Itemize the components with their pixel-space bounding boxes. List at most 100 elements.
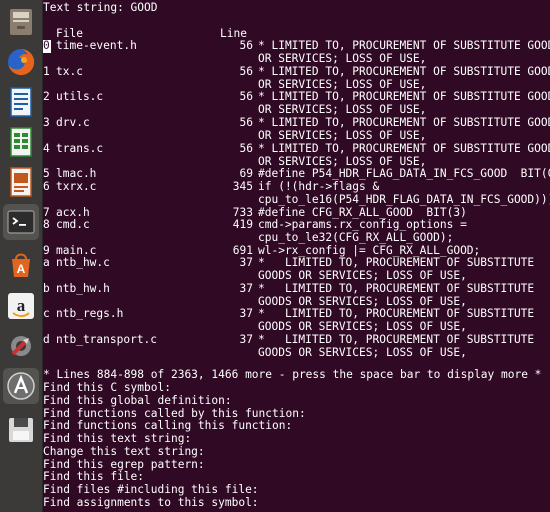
result-row[interactable]: c ntb_regs.h 37 * LIMITED TO, PROCUREMENT O… (43, 307, 550, 334)
result-file: txrx.c (56, 180, 97, 193)
firefox-icon (8, 48, 35, 75)
result-file: cmd.c (56, 218, 90, 231)
result-text: * LIMITED TO, PROCUREMENT OF SUBSTITUTE … (258, 39, 550, 52)
amazon-icon: a (8, 293, 34, 319)
result-row[interactable]: b ntb_hw.h 37 * LIMITED TO, PROCUREMENT OF … (43, 282, 550, 309)
result-file: utils.c (56, 90, 104, 103)
updater-icon (7, 372, 35, 400)
launcher-item-terminal[interactable] (3, 204, 39, 240)
result-row[interactable]: 2 utils.c 56 * LIMITED TO, PROCUREMENT OF S… (43, 90, 550, 117)
launcher-item-disk[interactable] (3, 412, 39, 448)
result-row[interactable]: 4 trans.c 56 * LIMITED TO, PROCUREMENT OF S… (43, 142, 550, 169)
result-index[interactable]: 6 (43, 180, 51, 194)
result-line-number: 56 (239, 116, 253, 129)
prompt-find-c-symbol[interactable]: Find this C symbol: (43, 381, 171, 395)
result-text: OR SERVICES; LOSS OF USE, (258, 51, 427, 65)
result-file: drv.c (56, 116, 90, 129)
result-text: * LIMITED TO, PROCUREMENT OF SUBSTITUTE (258, 256, 535, 269)
result-line-number: 419 (232, 218, 253, 231)
search-header: Text string: GOOD (43, 1, 158, 14)
writer-icon (10, 87, 32, 117)
disk-icon (9, 418, 33, 442)
prompt-find-text-string[interactable]: Find this text string: (43, 432, 191, 446)
result-row[interactable]: 5 lmac.h 69 #define P54_HDR_FLAG_DATA_IN_FC… (43, 167, 550, 181)
result-text: * LIMITED TO, PROCUREMENT OF SUBSTITUTE (258, 307, 535, 320)
launcher-item-writer[interactable] (3, 84, 39, 120)
result-line-number: 37 (239, 333, 253, 346)
launcher-item-software-center[interactable]: A (3, 246, 39, 282)
result-index[interactable]: b (43, 282, 51, 296)
result-line-number: 69 (239, 167, 253, 180)
result-text: OR SERVICES; LOSS OF USE, (258, 128, 427, 142)
prompt-find-functions-calling[interactable]: Find functions calling this function: (43, 419, 292, 433)
result-file: lmac.h (56, 167, 97, 180)
result-index[interactable]: 0 (43, 39, 51, 53)
result-line-number: 37 (239, 256, 253, 269)
prompt-change-text-string[interactable]: Change this text string: (43, 445, 205, 459)
prompt-find-including-files[interactable]: Find files #including this file: (43, 483, 259, 497)
result-text: * LIMITED TO, PROCUREMENT OF SUBSTITUTE (258, 282, 535, 295)
result-index[interactable]: d (43, 333, 51, 347)
file-manager-icon (10, 9, 32, 35)
result-text: GOODS OR SERVICES; LOSS OF USE, (258, 319, 467, 333)
result-text: #define P54_HDR_FLAG_DATA_IN_FCS_GOOD BI… (258, 167, 550, 180)
launcher-item-impress[interactable] (3, 164, 39, 200)
result-index[interactable]: 5 (43, 167, 51, 181)
result-line-number: 56 (239, 90, 253, 103)
result-row[interactable]: d ntb_transport.c 37 * LIMITED TO, PROCUREM… (43, 333, 550, 360)
result-text: * LIMITED TO, PROCUREMENT OF SUBSTITUTE … (258, 90, 550, 103)
result-row[interactable]: 3 drv.c 56 * LIMITED TO, PROCUREMENT OF SUB… (43, 116, 550, 143)
pager-status: * Lines 884-898 of 2363, 1466 more - pre… (43, 368, 542, 381)
result-index[interactable]: c (43, 307, 51, 321)
svg-text:a: a (17, 296, 26, 315)
result-row[interactable]: 0 time-event.h 56 * LIMITED TO, PROCUREMENT… (43, 39, 550, 66)
result-text: cpu_to_le32(CFG_RX_ALL_GOOD); (258, 230, 454, 244)
svg-text:A: A (17, 262, 26, 276)
result-line-number: 56 (239, 65, 253, 78)
result-index[interactable]: 8 (43, 218, 51, 232)
software-center-icon: A (12, 253, 30, 277)
result-text: * LIMITED TO, PROCUREMENT OF SUBSTITUTE … (258, 65, 550, 78)
launcher-item-amazon[interactable]: a (3, 288, 39, 324)
result-text: if (!(hdr->flags & (258, 180, 380, 193)
result-file: ntb_regs.h (56, 307, 124, 320)
result-text: cpu_to_le16(P54_HDR_FLAG_DATA_IN_FCS_GOO… (258, 192, 550, 206)
prompt-find-assignments[interactable]: Find assignments to this symbol: (43, 496, 259, 510)
settings-icon (11, 336, 31, 356)
result-file: trans.c (56, 142, 104, 155)
impress-icon (10, 167, 32, 197)
result-file: time-event.h (56, 39, 137, 52)
result-text: * LIMITED TO, PROCUREMENT OF SUBSTITUTE (258, 333, 535, 346)
result-index[interactable]: 3 (43, 116, 51, 130)
terminal-icon (7, 210, 35, 234)
launcher-item-firefox[interactable] (3, 44, 39, 80)
result-line-number: 56 (239, 39, 253, 52)
result-row[interactable]: 6 txrx.c 345 if (!(hdr->flags & cpu_to_le16(… (43, 180, 550, 207)
result-row[interactable]: 1 tx.c 56 * LIMITED TO, PROCUREMENT OF SUBS… (43, 65, 550, 92)
launcher: A a (0, 0, 43, 512)
calc-icon (10, 127, 32, 157)
result-row[interactable]: 8 cmd.c 419 cmd->params.rx_config_options =… (43, 218, 550, 245)
terminal-window[interactable]: Text string: GOOD File Line 0 time-event.… (43, 0, 550, 512)
result-index[interactable]: 1 (43, 65, 51, 79)
result-index[interactable]: a (43, 256, 51, 270)
launcher-item-files[interactable] (3, 4, 39, 40)
result-text: * LIMITED TO, PROCUREMENT OF SUBSTITUTE … (258, 142, 550, 155)
result-text: * LIMITED TO, PROCUREMENT OF SUBSTITUTE … (258, 116, 550, 129)
launcher-item-calc[interactable] (3, 124, 39, 160)
result-index[interactable]: 4 (43, 142, 51, 156)
result-index[interactable]: 2 (43, 90, 51, 104)
result-file: ntb_hw.h (56, 282, 110, 295)
result-row[interactable]: a ntb_hw.c 37 * LIMITED TO, PROCUREMENT OF … (43, 256, 550, 283)
result-file: ntb_hw.c (56, 256, 110, 269)
result-line-number: 37 (239, 307, 253, 320)
prompt-find-global-definition[interactable]: Find this global definition: (43, 394, 232, 408)
prompt-find-file[interactable]: Find this file: (43, 470, 144, 484)
launcher-item-settings[interactable] (3, 328, 39, 364)
result-file: ntb_transport.c (56, 333, 158, 346)
launcher-item-updater[interactable] (3, 368, 39, 404)
result-text: GOODS OR SERVICES; LOSS OF USE, (258, 345, 467, 359)
result-line-number: 345 (232, 180, 253, 193)
result-text: GOODS OR SERVICES; LOSS OF USE, (258, 268, 467, 282)
result-text: OR SERVICES; LOSS OF USE, (258, 102, 427, 116)
